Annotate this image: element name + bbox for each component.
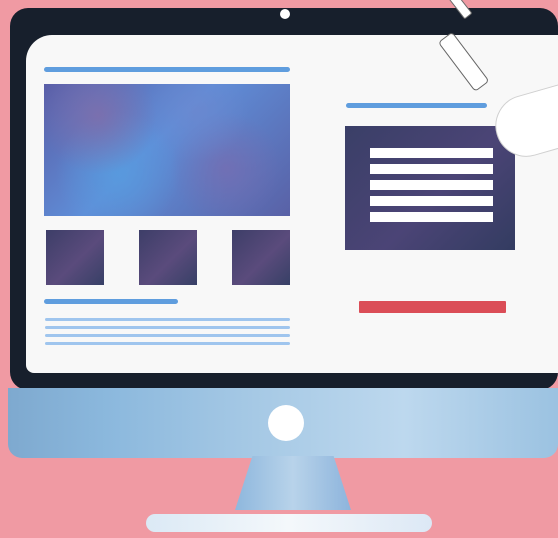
cta-button-placeholder[interactable]: [359, 301, 506, 313]
left-subheader-line: [44, 299, 178, 304]
panel-text-line: [370, 148, 493, 158]
panel-text-line: [370, 196, 493, 206]
panel-text-line: [370, 164, 493, 174]
thumbnail-placeholder: [139, 230, 197, 285]
monitor-stand-base: [146, 514, 432, 532]
text-line-placeholder: [45, 334, 290, 337]
panel-text-line: [370, 180, 493, 190]
text-line-placeholder: [45, 326, 290, 329]
right-header-line: [346, 103, 487, 108]
power-button-icon: [268, 405, 304, 441]
thumbnail-placeholder: [46, 230, 104, 285]
hero-image-placeholder: [44, 84, 290, 216]
left-header-line: [44, 67, 290, 72]
thumbnail-placeholder: [232, 230, 290, 285]
text-line-placeholder: [45, 342, 290, 345]
desktop-mockup-scene: [0, 0, 558, 538]
text-line-placeholder: [45, 318, 290, 321]
monitor-stand-neck: [235, 456, 351, 510]
camera-icon: [280, 9, 290, 19]
panel-text-line: [370, 212, 493, 222]
